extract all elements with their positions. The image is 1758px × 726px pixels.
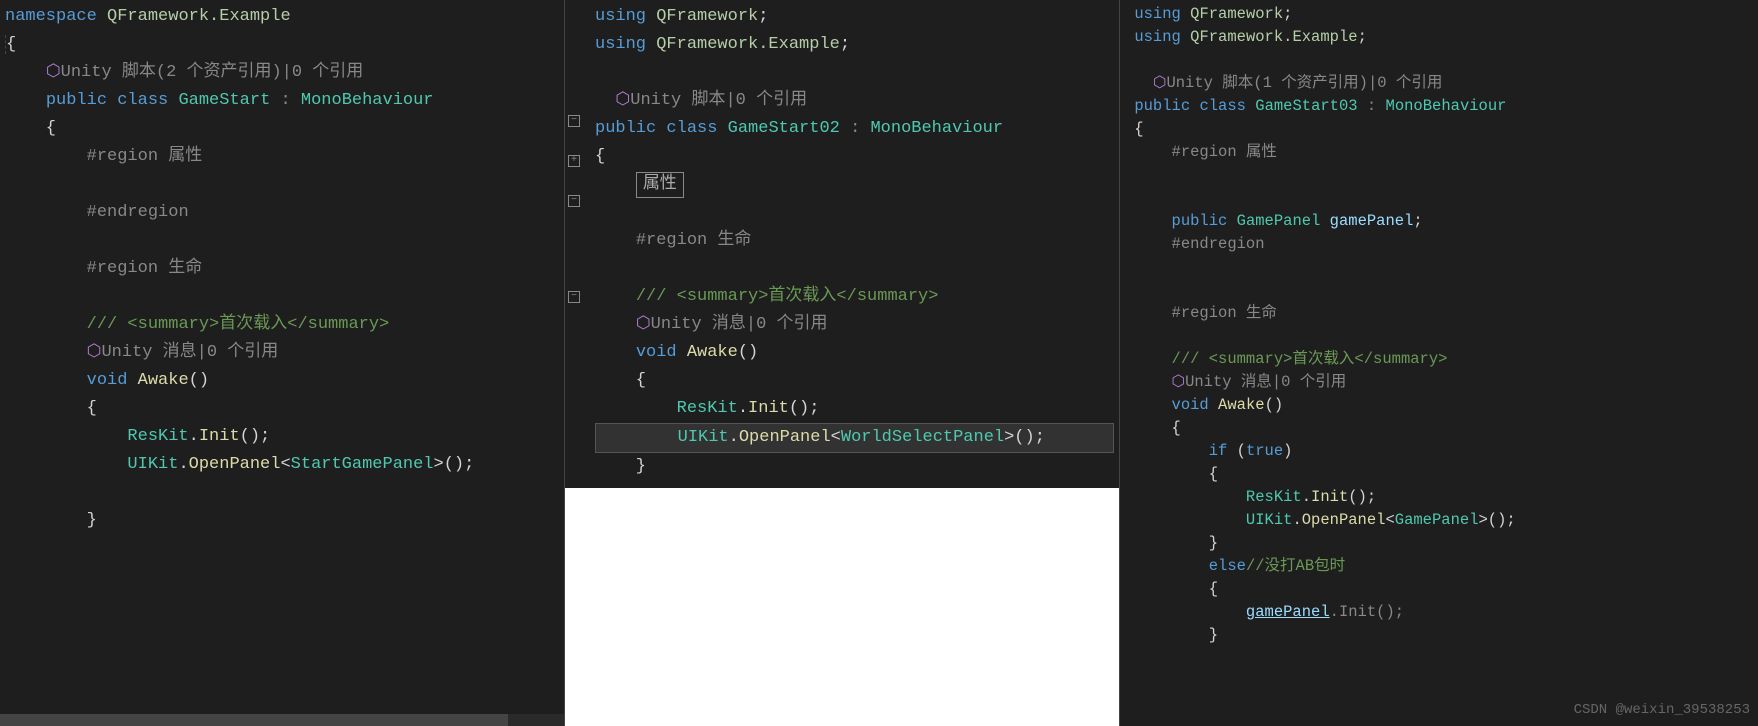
scrollbar-thumb[interactable] <box>0 714 508 726</box>
method-call: OpenPanel <box>1302 511 1386 529</box>
keyword-void: void <box>1172 396 1209 414</box>
variable-ref: gamePanel <box>1246 603 1330 621</box>
keyword-public: public <box>1172 212 1228 230</box>
method-name: Awake <box>138 371 189 390</box>
unity-icon: ⬡ <box>87 343 102 362</box>
region-directive[interactable]: #region 属性 <box>1172 143 1277 161</box>
class-name: GameStart02 <box>728 119 840 138</box>
code-pane-3: using QFramework; using QFramework.Examp… <box>1120 0 1758 726</box>
keyword-using: using <box>595 35 646 54</box>
fold-toggle[interactable]: + <box>568 155 580 167</box>
code-pane-1: namespace QFramework.Example { ⬡Unity 脚本… <box>0 0 565 726</box>
code-area[interactable]: namespace QFramework.Example { ⬡Unity 脚本… <box>0 0 564 726</box>
codelens-hint[interactable]: Unity 消息|0 个引用 <box>1185 373 1346 391</box>
method-name: Awake <box>687 343 738 362</box>
endregion-directive[interactable]: #endregion <box>1172 235 1265 253</box>
field-type: GamePanel <box>1237 212 1321 230</box>
keyword-if: if <box>1209 442 1228 460</box>
keyword-class: class <box>117 91 168 110</box>
code-area[interactable]: using QFramework; using QFramework.Examp… <box>1120 0 1758 726</box>
code-text[interactable]: namespace QFramework.Example { ⬡Unity 脚本… <box>0 0 564 726</box>
namespace-ref: QFramework.Example <box>656 35 840 54</box>
namespace-ref: QFramework <box>656 7 758 26</box>
keyword-using: using <box>1134 28 1181 46</box>
code-pane-2: − + − − using QFramework; using QFramewo… <box>565 0 1120 726</box>
white-region <box>565 488 1119 726</box>
region-directive[interactable]: #region 生命 <box>1172 304 1277 322</box>
method-call: OpenPanel <box>739 428 831 447</box>
base-class: MonoBehaviour <box>301 91 434 110</box>
namespace-ref: QFramework <box>1190 5 1283 23</box>
collapsed-region[interactable]: 属性 <box>636 172 684 198</box>
xml-comment: /// <summary>首次载入</summary> <box>636 287 939 306</box>
base-class: MonoBehaviour <box>870 119 1003 138</box>
xml-comment: /// <summary>首次载入</summary> <box>1172 350 1448 368</box>
codelens-hint[interactable]: Unity 脚本(2 个资产引用)|0 个引用 <box>61 63 364 82</box>
type-ref: UIKit <box>678 428 729 447</box>
base-class: MonoBehaviour <box>1386 97 1507 115</box>
unity-icon: ⬡ <box>636 315 651 334</box>
region-directive[interactable]: #region 生命 <box>87 259 203 278</box>
region-directive[interactable]: #region 属性 <box>87 147 203 166</box>
type-ref: UIKit <box>127 455 178 474</box>
keyword-using: using <box>595 7 646 26</box>
unity-icon: ⬡ <box>1172 373 1186 391</box>
method-call: Init <box>748 399 789 418</box>
generic-type: WorldSelectPanel <box>841 428 1004 447</box>
field-name: gamePanel <box>1330 212 1414 230</box>
type-ref: ResKit <box>677 399 738 418</box>
method-call: Init <box>1339 603 1376 621</box>
type-ref: ResKit <box>1246 488 1302 506</box>
keyword-public: public <box>46 91 107 110</box>
comment: //没打AB包时 <box>1246 557 1345 575</box>
keyword-else: else <box>1209 557 1246 575</box>
colon: : <box>1367 97 1376 115</box>
keyword-true: true <box>1246 442 1283 460</box>
codelens-hint[interactable]: Unity 消息|0 个引用 <box>101 343 278 362</box>
method-call: Init <box>1311 488 1348 506</box>
colon: : <box>850 119 860 138</box>
keyword-namespace: namespace <box>5 7 97 26</box>
region-directive[interactable]: #region 生命 <box>636 231 752 250</box>
unity-icon: ⬡ <box>615 91 630 110</box>
method-call: Init <box>199 427 240 446</box>
keyword-public: public <box>1134 97 1190 115</box>
method-name: Awake <box>1218 396 1265 414</box>
keyword-using: using <box>1134 5 1181 23</box>
keyword-void: void <box>87 371 128 390</box>
keyword-public: public <box>595 119 656 138</box>
type-ref: ResKit <box>127 427 188 446</box>
namespace-ref: QFramework.Example <box>1190 28 1357 46</box>
type-ref: UIKit <box>1246 511 1293 529</box>
endregion-directive[interactable]: #endregion <box>87 203 189 222</box>
unity-icon: ⬡ <box>46 63 61 82</box>
namespace-name: QFramework.Example <box>107 7 291 26</box>
unity-icon: ⬡ <box>1153 74 1167 92</box>
codelens-hint[interactable]: Unity 脚本(1 个资产引用)|0 个引用 <box>1166 74 1442 92</box>
method-call: OpenPanel <box>189 455 281 474</box>
horizontal-scrollbar[interactable] <box>0 714 564 726</box>
fold-toggle[interactable]: − <box>568 195 580 207</box>
current-line-highlight: UIKit.OpenPanel<WorldSelectPanel>(); <box>595 423 1114 453</box>
keyword-void: void <box>636 343 677 362</box>
fold-toggle[interactable]: − <box>568 291 580 303</box>
codelens-hint[interactable]: Unity 消息|0 个引用 <box>651 315 828 334</box>
generic-type: StartGamePanel <box>291 455 434 474</box>
code-text[interactable]: using QFramework; using QFramework.Examp… <box>1120 0 1758 726</box>
class-name: GameStart03 <box>1255 97 1357 115</box>
watermark-text: CSDN @weixin_39538253 <box>1574 702 1750 718</box>
codelens-hint[interactable]: Unity 脚本|0 个引用 <box>630 91 807 110</box>
colon: : <box>280 91 290 110</box>
keyword-class: class <box>1199 97 1246 115</box>
generic-type: GamePanel <box>1395 511 1479 529</box>
class-name: GameStart <box>178 91 270 110</box>
keyword-class: class <box>666 119 717 138</box>
fold-toggle[interactable]: − <box>568 115 580 127</box>
xml-comment: /// <summary>首次载入</summary> <box>87 315 390 334</box>
